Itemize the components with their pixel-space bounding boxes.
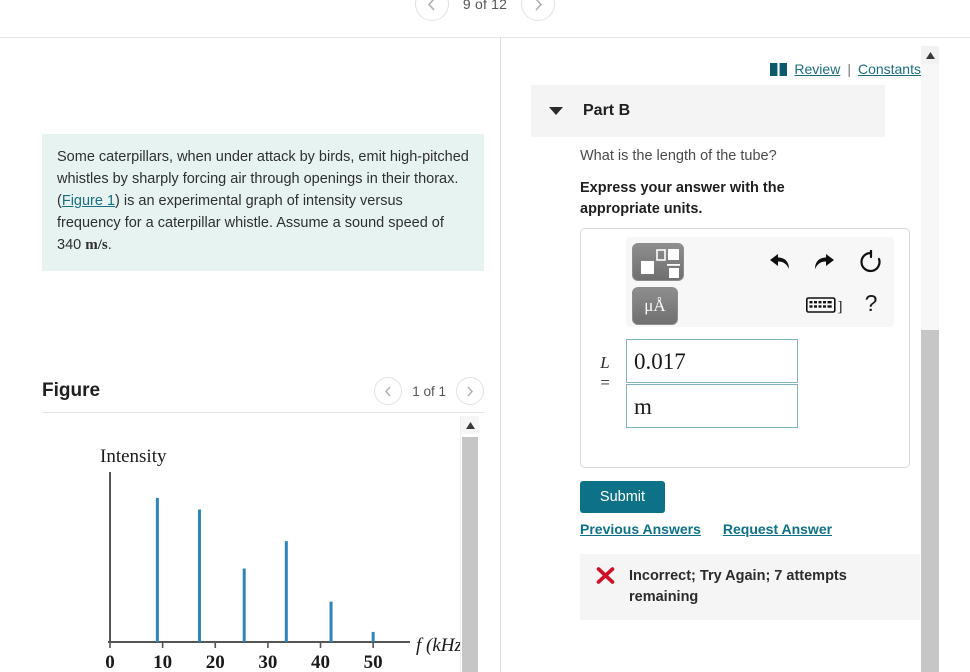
previous-answers-link[interactable]: Previous Answers: [580, 521, 701, 537]
review-constants-bar: Review | Constants: [770, 58, 921, 80]
keyboard-icon[interactable]: ]: [806, 295, 848, 317]
problem-statement: Some caterpillars, when under attack by …: [42, 134, 484, 271]
help-icon[interactable]: ?: [860, 289, 882, 317]
redo-icon[interactable]: [812, 249, 838, 275]
review-link[interactable]: Review: [794, 61, 840, 77]
main-scroll-thumb[interactable]: [921, 330, 939, 672]
chevron-right-icon: [535, 0, 542, 11]
chevron-left-icon: [428, 0, 435, 11]
chart-svg: Intensity 0 10 20 30 40 50 f (kHz): [100, 446, 462, 672]
answer-value-input[interactable]: 0.017: [626, 339, 798, 383]
error-x-icon: [596, 566, 615, 591]
part-title: Part B: [583, 102, 631, 119]
figure-divider: [42, 412, 484, 413]
previous-problem-button[interactable]: [414, 0, 449, 21]
answer-variable-label: L =: [593, 353, 617, 392]
answer-units-input[interactable]: m: [626, 384, 798, 428]
figure-scroll-thumb[interactable]: [462, 437, 478, 672]
part-instruction: Express your answer with the appropriate…: [580, 180, 785, 218]
next-problem-button[interactable]: [521, 0, 556, 21]
svg-text:0: 0: [105, 652, 115, 672]
units-button[interactable]: μÅ: [632, 287, 678, 325]
main-scrollbar[interactable]: [921, 46, 939, 672]
book-icon: [770, 62, 788, 76]
math-template-icon[interactable]: [632, 243, 684, 281]
svg-text:40: 40: [311, 652, 330, 672]
submit-button[interactable]: Submit: [580, 481, 665, 513]
caret-down-icon: [549, 107, 563, 115]
review-separator: |: [847, 61, 851, 77]
reset-icon[interactable]: [858, 249, 884, 275]
page-root: 9 of 12 Some caterpillars, when under at…: [0, 0, 970, 672]
constants-link[interactable]: Constants: [858, 61, 921, 77]
svg-text:10: 10: [153, 652, 172, 672]
answer-action-links: Previous Answers Request Answer: [580, 521, 832, 537]
scroll-up-arrow-icon: [925, 51, 935, 59]
figure-viewport: Intensity 0 10 20 30 40 50 f (kHz): [42, 416, 484, 672]
figure-header: Figure 1 of 1: [42, 371, 484, 411]
svg-text:f (kHz): f (kHz): [416, 635, 462, 656]
chevron-right-icon: [467, 386, 474, 396]
feedback-message: Incorrect; Try Again; 7 attempts remaini…: [629, 568, 847, 606]
undo-icon[interactable]: [766, 249, 792, 275]
problem-panel: Some caterpillars, when under attack by …: [0, 38, 500, 672]
intensity-frequency-chart: Intensity 0 10 20 30 40 50 f (kHz): [62, 446, 462, 672]
answer-entry-card: μÅ] ? L = 0.017 m: [580, 228, 910, 468]
math-toolbar: μÅ] ?: [626, 237, 894, 327]
figure-scrollbar[interactable]: [460, 416, 479, 672]
svg-text:30: 30: [258, 652, 277, 672]
scroll-up-arrow-icon: [465, 421, 475, 429]
problem-text-end: .: [107, 237, 112, 254]
figure-title: Figure: [42, 380, 101, 401]
figure-1-link[interactable]: Figure 1: [62, 193, 115, 209]
figure-nav: 1 of 1: [374, 377, 484, 405]
equals-symbol: =: [599, 372, 611, 392]
figure-nav-label: 1 of 1: [412, 383, 446, 399]
answer-panel: Review | Constants Part B What is the le…: [501, 38, 921, 672]
svg-text:]: ]: [838, 299, 843, 315]
figure-scroll-up-button[interactable]: [461, 416, 479, 434]
svg-text:20: 20: [206, 652, 225, 672]
figure-prev-button[interactable]: [374, 377, 403, 405]
part-b-header[interactable]: Part B: [531, 85, 885, 137]
request-answer-link[interactable]: Request Answer: [723, 521, 832, 537]
chevron-left-icon: [385, 386, 391, 396]
svg-text:50: 50: [364, 652, 383, 672]
variable-symbol: L: [600, 353, 610, 372]
pager-label: 9 of 12: [462, 0, 508, 12]
problem-pager: 9 of 12: [0, 0, 970, 22]
figure-next-button[interactable]: [456, 377, 484, 405]
part-question: What is the length of the tube?: [580, 148, 777, 164]
svg-text:Intensity: Intensity: [100, 446, 167, 467]
feedback-banner: Incorrect; Try Again; 7 attempts remaini…: [580, 554, 920, 620]
sound-speed-units: m/s: [85, 237, 108, 254]
problem-text-part2: ) is an experimental graph of intensity …: [57, 193, 444, 254]
main-scroll-up-button[interactable]: [921, 46, 939, 64]
